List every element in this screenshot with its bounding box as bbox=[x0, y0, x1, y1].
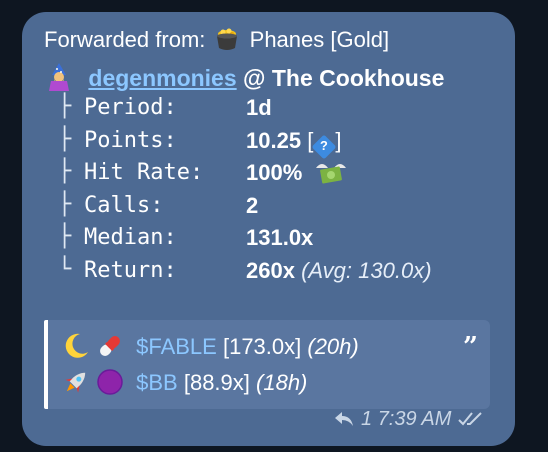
purple-circle-icon bbox=[97, 369, 123, 395]
wizard-icon bbox=[49, 63, 69, 91]
call-age: (18h) bbox=[256, 370, 308, 395]
stat-value: 260x bbox=[246, 257, 295, 283]
tree-branch: ├ bbox=[58, 224, 72, 249]
call-multiple: [88.9x] bbox=[183, 370, 250, 395]
stat-label: Period: bbox=[84, 95, 177, 120]
stat-avg: (Avg: 130.0x) bbox=[301, 257, 432, 283]
moon-icon bbox=[65, 333, 88, 358]
call-ticker[interactable]: $FABLE bbox=[136, 334, 217, 359]
forwarded-header[interactable]: Forwarded from: Phanes [Gold] bbox=[44, 26, 389, 53]
message-title: degenmonies @ The Cookhouse bbox=[46, 63, 444, 92]
stat-value: 1d bbox=[246, 95, 272, 120]
stat-value: 2 bbox=[246, 192, 259, 218]
reply-count: 1 bbox=[361, 408, 373, 430]
tree-branch: ├ bbox=[58, 94, 72, 119]
read-checks-icon bbox=[458, 412, 482, 426]
tree-branch: ├ bbox=[58, 126, 72, 152]
calls-quote[interactable]: $FABLE [173.0x] (20h) $BB [88.9x] (18h) … bbox=[44, 320, 490, 409]
pot-of-gold-icon bbox=[216, 28, 237, 50]
rocket-icon bbox=[65, 372, 86, 393]
call-row: $BB [88.9x] (18h) bbox=[62, 368, 307, 396]
question-glyph: ? bbox=[320, 139, 329, 153]
call-row: $FABLE [173.0x] (20h) bbox=[62, 332, 359, 360]
stat-value-group: 260x (Avg: 130.0x) bbox=[246, 258, 432, 284]
stat-value-group: 10.25 [?] bbox=[246, 127, 342, 159]
stat-value: 10.25 bbox=[246, 127, 302, 153]
stat-label: Return: bbox=[84, 257, 177, 283]
stat-label: Points: bbox=[84, 127, 177, 153]
reply-icon[interactable] bbox=[333, 410, 355, 428]
stat-label: Hit Rate: bbox=[84, 160, 204, 185]
stat-value: 100% bbox=[246, 160, 303, 185]
message-time: 7:39 AM bbox=[377, 408, 452, 430]
stat-value-group: 100% bbox=[246, 160, 348, 186]
group-name: The Cookhouse bbox=[271, 65, 445, 91]
money-with-wings-icon bbox=[316, 164, 347, 184]
pill-icon bbox=[100, 336, 120, 356]
tree-branch: ├ bbox=[58, 159, 72, 184]
forwarded-source: Phanes [Gold] bbox=[249, 27, 390, 52]
question-icon[interactable]: ? bbox=[311, 134, 337, 159]
stat-value: 131.0x bbox=[246, 225, 314, 250]
stat-label: Calls: bbox=[84, 192, 164, 218]
user-link[interactable]: degenmonies bbox=[88, 65, 236, 91]
bracket-close: ] bbox=[335, 127, 342, 153]
call-age: (20h) bbox=[307, 334, 359, 359]
forwarded-label: Forwarded from: bbox=[44, 27, 206, 52]
stat-label: Median: bbox=[84, 225, 177, 250]
call-ticker[interactable]: $BB bbox=[136, 370, 178, 395]
call-multiple: [173.0x] bbox=[222, 334, 302, 359]
message-bubble: Forwarded from: Phanes [Gold] degenmonie… bbox=[22, 12, 515, 446]
quote-bar bbox=[44, 320, 48, 409]
quote-mark-icon: ” bbox=[463, 332, 478, 362]
tree-branch: └ bbox=[58, 256, 72, 282]
tree-branch: ├ bbox=[58, 191, 72, 217]
message-footer: 1 7:39 AM bbox=[333, 408, 485, 431]
at-sign: @ bbox=[243, 65, 266, 91]
